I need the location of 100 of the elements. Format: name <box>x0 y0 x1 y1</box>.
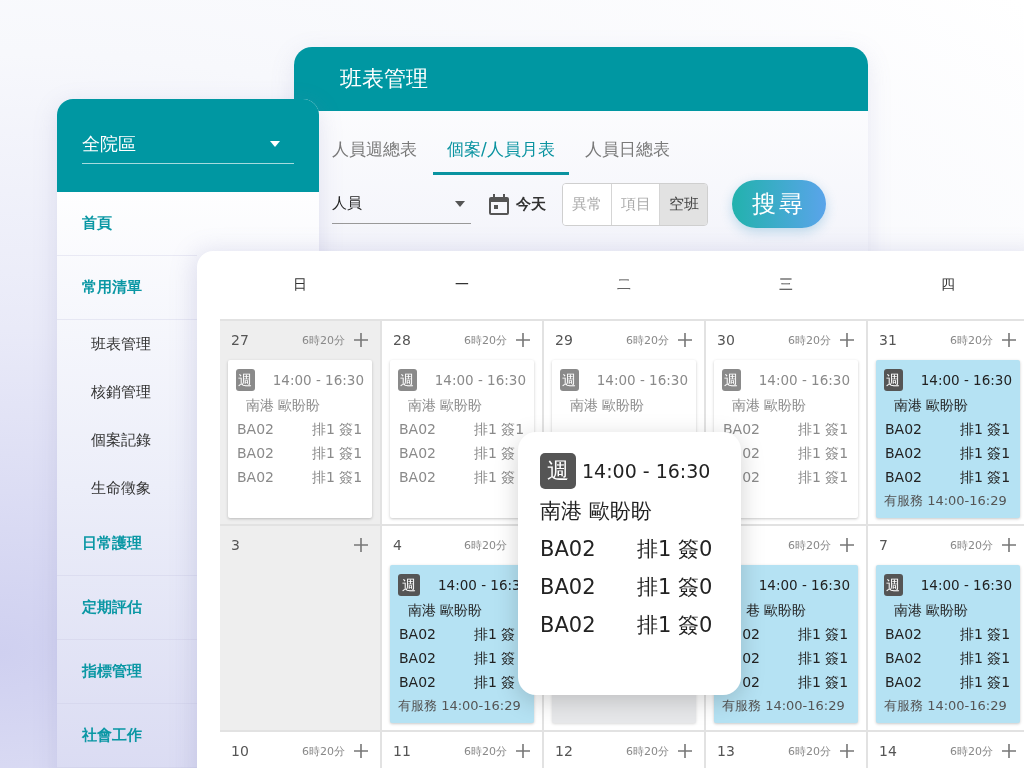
date-number: 11 <box>393 743 411 759</box>
service-note: 有服務 14:00-16:29 <box>722 697 846 715</box>
weekday-label: 三 <box>779 276 793 294</box>
date-number: 13 <box>717 743 735 759</box>
service-status: 排1 簽1 <box>960 420 1011 439</box>
service-code: BA02 <box>236 468 274 487</box>
service-status: 排1 簽1 <box>960 673 1011 692</box>
service-code: BA02 <box>884 444 922 463</box>
hours-label: 6時20分 <box>788 332 831 348</box>
shift-time: 14:00 - 16:30 <box>758 371 850 390</box>
service-code: BA02 <box>540 574 597 601</box>
service-status: 排1 簽 <box>474 444 516 463</box>
service-code: BA02 <box>884 625 922 644</box>
hours-label: 6時20分 <box>950 537 993 553</box>
service-code: BA02 <box>398 444 436 463</box>
date-number: 29 <box>555 332 573 348</box>
service-code: BA02 <box>884 468 922 487</box>
shift-time: 14:00 - 16:30 <box>582 460 711 482</box>
service-code: BA02 <box>540 612 597 639</box>
date-number: 4 <box>393 537 402 553</box>
week-badge: 週 <box>398 574 420 596</box>
service-code: 02 <box>741 673 760 692</box>
shift-time: 14:00 - 16:30 <box>758 576 850 595</box>
shift-time: 14:00 - 16:30 <box>596 371 688 390</box>
service-status: 排1 簽1 <box>312 468 363 487</box>
week-badge: 週 <box>884 369 903 391</box>
client-name: 南港 歐盼盼 <box>406 601 482 620</box>
week-badge: 週 <box>398 369 417 391</box>
service-status: 排1 簽1 <box>312 420 363 439</box>
service-status: 排1 簽 <box>474 625 516 644</box>
service-code: BA02 <box>398 420 436 439</box>
weekday-label: 二 <box>617 276 631 294</box>
service-code: BA02 <box>236 420 274 439</box>
client-name: 南港 歐盼盼 <box>540 499 652 523</box>
week-badge: 週 <box>560 369 579 391</box>
service-status: 排1 簽1 <box>474 420 525 439</box>
date-number: 30 <box>717 332 735 348</box>
date-number: 31 <box>879 332 897 348</box>
service-code: BA02 <box>236 444 274 463</box>
date-number: 28 <box>393 332 411 348</box>
service-status: 排1 簽1 <box>960 468 1011 487</box>
date-number: 27 <box>231 332 249 348</box>
service-status: 排1 簽1 <box>798 468 849 487</box>
client-name: 巷 歐盼盼 <box>744 601 806 620</box>
service-note: 有服務 14:00-16:29 <box>884 697 1008 715</box>
shift-time: 14:00 - 16:30 <box>920 371 1012 390</box>
service-code: BA02 <box>398 468 436 487</box>
client-name: 南港 歐盼盼 <box>244 396 320 415</box>
service-code: BA02 <box>398 625 436 644</box>
date-number: 10 <box>231 743 249 759</box>
hours-label: 6時20分 <box>788 537 831 553</box>
hours-label: 6時20分 <box>302 743 345 759</box>
service-note: 有服務 14:00-16:29 <box>884 492 1008 510</box>
service-code: BA02 <box>884 673 922 692</box>
service-code: BA02 <box>540 536 597 563</box>
service-status: 排1 簽1 <box>960 649 1011 668</box>
week-badge: 週 <box>236 369 255 391</box>
service-code: BA02 <box>398 673 436 692</box>
week-badge: 週 <box>722 369 741 391</box>
service-status: 排1 簽1 <box>960 625 1011 644</box>
hours-label: 6時20分 <box>302 332 345 348</box>
hours-label: 6時20分 <box>464 537 507 553</box>
panel-title: 班表管理 <box>340 65 428 93</box>
date-number: 7 <box>879 537 888 553</box>
week-badge: 週 <box>884 574 903 596</box>
service-status: 排1 簽0 <box>637 536 713 563</box>
service-status: 排1 簽1 <box>798 649 849 668</box>
service-status: 排1 簽1 <box>798 673 849 692</box>
service-status: 排1 簽0 <box>637 574 713 601</box>
hours-label: 6時20分 <box>950 332 993 348</box>
service-code: BA02 <box>722 420 760 439</box>
service-code: 02 <box>741 444 760 463</box>
date-number: 14 <box>879 743 897 759</box>
weekday-label: 四 <box>941 276 955 294</box>
service-status: 排1 簽1 <box>798 625 849 644</box>
weekday-label: 一 <box>455 276 469 294</box>
client-name: 南港 歐盼盼 <box>406 396 482 415</box>
hours-label: 6時20分 <box>788 743 831 759</box>
client-name: 南港 歐盼盼 <box>568 396 644 415</box>
shift-time: 14:00 - 16:30 <box>920 576 1012 595</box>
service-note: 有服務 14:00-16:29 <box>398 697 522 715</box>
service-status: 排1 簽1 <box>960 444 1011 463</box>
service-code: BA02 <box>884 649 922 668</box>
service-code: BA02 <box>884 420 922 439</box>
service-status: 排1 簽1 <box>798 444 849 463</box>
shift-time: 14:00 - 16:30 <box>434 371 526 390</box>
hours-label: 6時20分 <box>950 743 993 759</box>
service-code: 02 <box>741 649 760 668</box>
client-name: 南港 歐盼盼 <box>892 601 968 620</box>
client-name: 南港 歐盼盼 <box>892 396 968 415</box>
service-code: BA02 <box>398 649 436 668</box>
service-code: 02 <box>741 625 760 644</box>
service-status: 排1 簽0 <box>637 612 713 639</box>
service-status: 排1 簽 <box>474 649 516 668</box>
date-number: 12 <box>555 743 573 759</box>
service-code: 02 <box>741 468 760 487</box>
week-badge: 週 <box>540 453 576 489</box>
service-status: 排1 簽 <box>474 673 516 692</box>
service-status: 排1 簽 <box>474 468 516 487</box>
hours-label: 6時20分 <box>464 743 507 759</box>
